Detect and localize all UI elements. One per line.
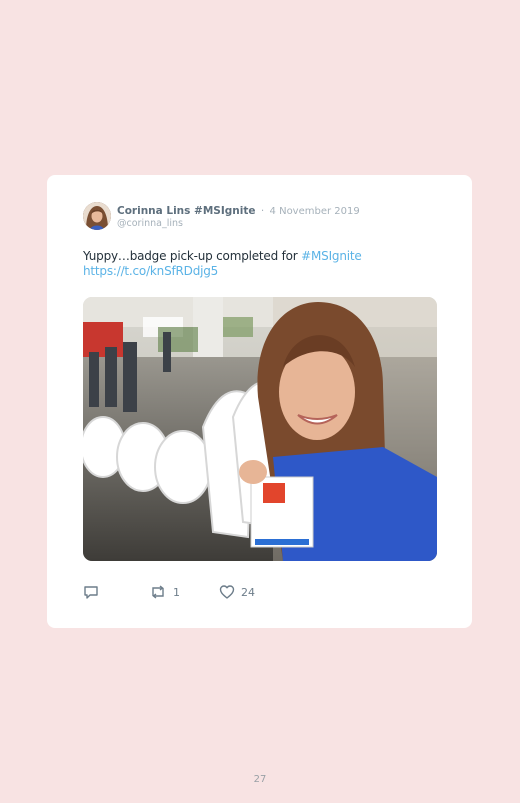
- page-number: 27: [253, 774, 267, 785]
- author-name[interactable]: Corinna Lins #MSIgnite: [117, 205, 256, 217]
- tweet-header: Corinna Lins #MSIgnite · 4 November 2019…: [83, 202, 443, 232]
- reply-action[interactable]: [83, 582, 99, 602]
- like-action[interactable]: 24: [219, 582, 255, 602]
- author-handle[interactable]: @corinna_lins: [117, 218, 183, 229]
- author-line: Corinna Lins #MSIgnite · 4 November 2019: [117, 205, 360, 217]
- url-link[interactable]: https://t.co/knSfRDdjg5: [83, 264, 218, 278]
- retweet-count: 1: [173, 585, 180, 599]
- tweet-text-body: Yuppy…badge pick-up completed for: [83, 249, 302, 263]
- retweet-icon[interactable]: [149, 584, 167, 600]
- hashtag-link[interactable]: #MSIgnite: [301, 249, 362, 263]
- tweet-actions: 1 24: [83, 582, 383, 602]
- separator: ·: [260, 205, 265, 217]
- tweet-text: Yuppy…badge pick-up completed for #MSIgn…: [83, 249, 443, 279]
- retweet-action[interactable]: 1: [149, 582, 180, 602]
- tweet-card: Corinna Lins #MSIgnite · 4 November 2019…: [47, 175, 472, 628]
- tweet-date[interactable]: 4 November 2019: [270, 206, 360, 217]
- heart-icon[interactable]: [219, 584, 235, 600]
- like-count: 24: [241, 585, 255, 599]
- avatar[interactable]: [83, 202, 111, 230]
- reply-icon[interactable]: [83, 584, 99, 600]
- tweet-photo[interactable]: [83, 297, 437, 561]
